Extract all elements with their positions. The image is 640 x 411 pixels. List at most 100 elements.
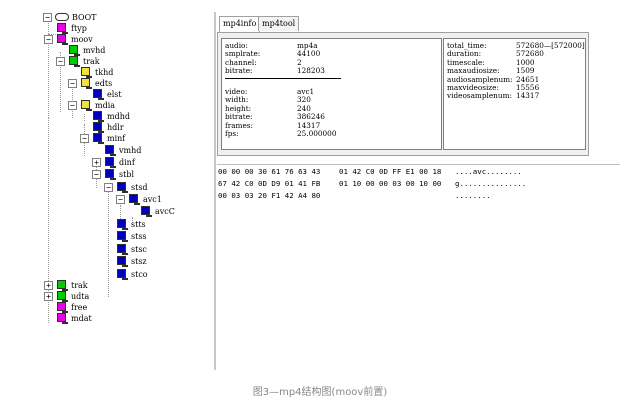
info-row: videosamplenum: 14317 [447,91,640,101]
box-icon [117,231,128,242]
box-icon [141,206,152,217]
tree-node-vmhd[interactable]: vmhd [89,145,169,156]
hex-ascii: g............... [455,179,527,188]
tree-node-stbl[interactable]: − stbl [89,169,169,180]
hex-bytes-group2: 01 42 C0 0D FF E1 00 18 [339,167,442,176]
root-drive-icon [55,13,69,21]
info-value: 25.000000 [297,129,337,138]
tree-node-label: stco [131,270,148,279]
tree-node-free[interactable]: free [41,302,121,313]
tree-node-label: minf [107,134,126,143]
box-icon [117,219,128,230]
tree-node-label: elst [107,90,122,99]
box-icon [57,23,68,34]
tree-node-label: mdia [95,101,116,110]
hex-row[interactable]: 67 42 C0 0D D9 01 41 FB 01 10 00 00 03 00… [217,179,617,189]
tree-node-trak[interactable]: + trak [41,280,121,291]
tree-node-label: edts [95,79,113,88]
hex-bytes-group2: 01 10 00 00 03 00 10 00 [339,179,442,188]
box-icon [117,244,128,255]
info-key: bitrate: [225,66,253,76]
tree-node-avcC[interactable]: avcC [125,206,205,217]
tree-node-hdlr[interactable]: hdlr [77,122,157,133]
tree-node-label: stss [131,232,147,241]
tree-node-stco[interactable]: stco [101,269,181,280]
tree-node-edts[interactable]: − edts [65,78,145,89]
tree-node-ftyp[interactable]: ftyp [41,23,121,34]
tree-node-label: udta [71,292,90,301]
tree-node-mdia[interactable]: − mdia [65,100,145,111]
tree-node-minf[interactable]: − minf [77,133,157,144]
tree-node-label: mdat [71,314,92,323]
collapse-toggle[interactable]: − [56,57,65,66]
hex-view-panel[interactable]: 00 00 00 30 61 76 63 43 01 42 C0 0D FF E1… [217,164,620,371]
tree-node-moov[interactable]: − moov [41,34,121,45]
tree-node-stsc[interactable]: stsc [101,244,181,255]
box-icon [117,256,128,267]
tree-node-stsz[interactable]: stsz [101,256,181,267]
hex-row[interactable]: 00 00 00 30 61 76 63 43 01 42 C0 0D FF E1… [217,167,617,177]
hex-bytes-group1: 00 03 03 20 F1 42 A4 80 [218,191,321,200]
box-icon [81,78,92,89]
tree-node-elst[interactable]: elst [77,89,157,100]
info-value: 14317 [516,91,540,101]
collapse-toggle[interactable]: − [68,101,77,110]
pane-splitter[interactable] [214,12,216,370]
info-key: videosamplenum: [447,91,512,101]
track-info-box: audio: mp4a smplrate: 44100 channel: 2 bitrate… [221,38,442,150]
info-value: 128203 [297,66,325,76]
box-icon [117,182,128,193]
tree-node-avc1[interactable]: − avc1 [113,194,193,205]
tree-node-mvhd[interactable]: mvhd [53,45,133,56]
hex-bytes-group1: 67 42 C0 0D D9 01 41 FB [218,179,321,188]
tree-node-stsd[interactable]: − stsd [101,182,181,193]
collapse-toggle[interactable]: − [80,134,89,143]
tree-node-root[interactable]: − BOOT [40,12,110,23]
collapse-toggle[interactable]: − [116,195,125,204]
tree-node-tkhd[interactable]: tkhd [65,67,145,78]
tree-node-label: trak [83,57,100,66]
tree-node-trak[interactable]: − trak [53,56,133,67]
expand-toggle[interactable]: + [92,158,101,167]
collapse-toggle[interactable]: − [104,183,113,192]
box-icon [105,145,116,156]
collapse-toggle[interactable]: − [92,170,101,179]
box-icon [105,157,116,168]
box-icon [93,122,104,133]
tree-node-stts[interactable]: stts [101,219,181,230]
box-icon [69,45,80,56]
tree-node-label: mvhd [83,46,106,55]
box-tree-panel[interactable]: − BOOT ftyp − moov mvhd − trak tkhd − edts elst − m… [40,12,212,364]
tree-node-mdhd[interactable]: mdhd [77,111,157,122]
collapse-toggle[interactable]: − [68,79,77,88]
tree-node-udta[interactable]: + udta [41,291,121,302]
box-icon [117,269,128,280]
tree-node-label: stsd [131,183,148,192]
tree-node-label: ftyp [71,24,87,33]
section-divider [225,78,341,79]
tab-mp4info[interactable]: mp4info [219,16,261,32]
collapse-toggle[interactable]: − [44,35,53,44]
tab-mp4tool[interactable]: mp4tool [258,16,300,31]
tree-node-label: stbl [119,170,134,179]
box-icon [129,194,140,205]
hex-ascii: ....avc........ [455,167,522,176]
tree-node-mdat[interactable]: mdat [41,313,121,324]
tree-node-dinf[interactable]: + dinf [89,157,169,168]
collapse-toggle[interactable]: − [43,13,52,22]
box-icon [57,302,68,313]
expand-toggle[interactable]: + [44,292,53,301]
info-row: bitrate: 128203 [225,66,435,76]
tree-node-label: stts [131,220,146,229]
figure-caption: 图3—mp4结构图(moov前置) [252,387,388,398]
hex-row[interactable]: 00 03 03 20 F1 42 A4 80........ [217,191,617,201]
tree-node-label: tkhd [95,68,114,77]
box-icon [105,169,116,180]
mp4info-panel: audio: mp4a smplrate: 44100 channel: 2 bitrate… [217,32,589,156]
box-icon [57,280,68,291]
tree-node-stss[interactable]: stss [101,231,181,242]
box-icon [93,89,104,100]
box-icon [93,111,104,122]
tree-node-label: BOOT [72,13,97,22]
expand-toggle[interactable]: + [44,281,53,290]
